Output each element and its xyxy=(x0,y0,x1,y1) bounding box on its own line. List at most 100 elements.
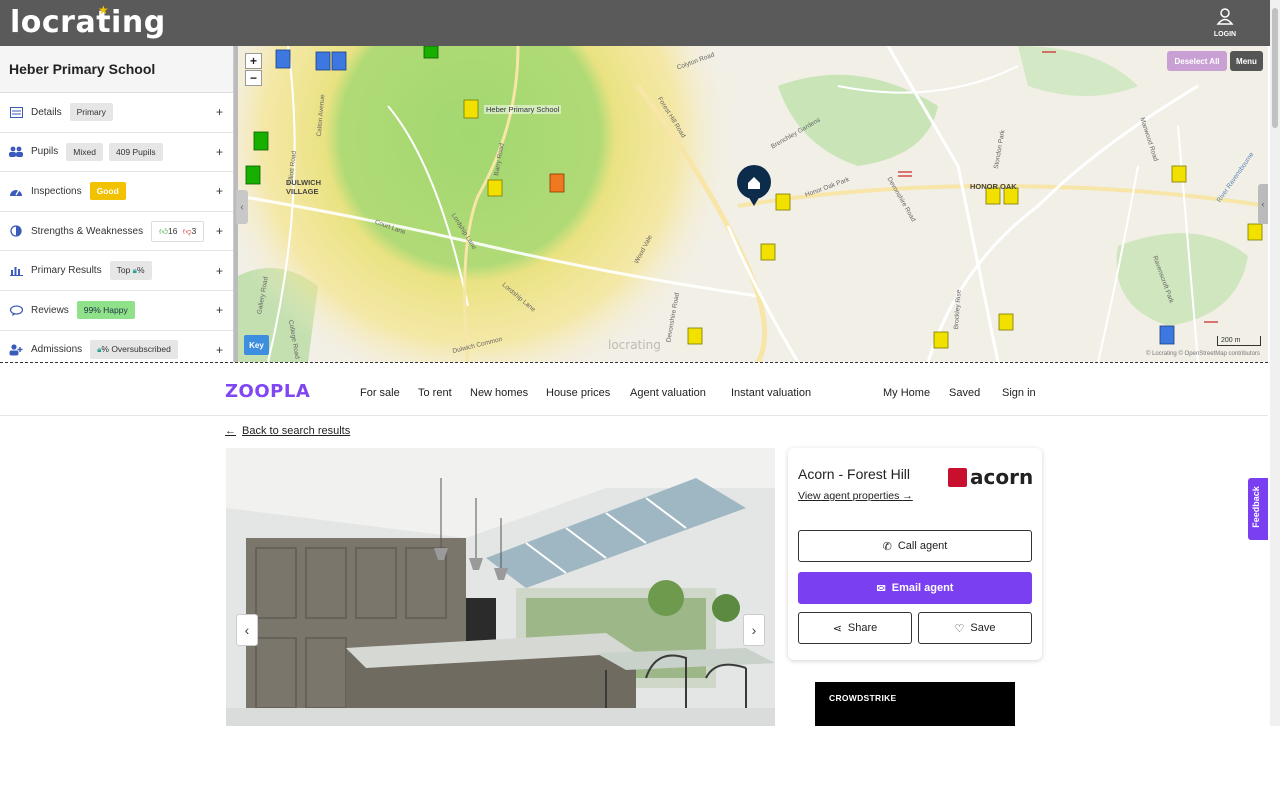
ad-text: CROWDSTRIKE xyxy=(829,693,897,703)
nav-sign-in[interactable]: Sign in xyxy=(1002,387,1036,399)
kitchen-photo xyxy=(226,448,775,726)
logo-text: locrating xyxy=(10,5,166,40)
map-attribution[interactable]: © Locrating © OpenStreetMap contributors xyxy=(1146,351,1260,357)
results-suffix: % xyxy=(137,265,145,275)
school-details-panel: Heber Primary School Details Primary + P… xyxy=(0,46,234,362)
nav-saved[interactable]: Saved xyxy=(949,387,980,399)
share-button[interactable]: ⋖ Share xyxy=(798,612,912,644)
feedback-tab[interactable]: Feedback xyxy=(1248,478,1268,540)
row-primary-results[interactable]: Primary Results Top 🔒︎% + xyxy=(0,251,233,291)
zoom-in-button[interactable]: + xyxy=(245,53,262,69)
acorn-mark-icon xyxy=(948,468,967,487)
expand-icon[interactable]: + xyxy=(216,105,223,119)
locrating-logo[interactable]: locrating ★ xyxy=(10,2,166,42)
advertisement-banner[interactable]: CROWDSTRIKE xyxy=(815,682,1015,726)
expand-icon[interactable]: + xyxy=(216,264,223,278)
call-agent-button[interactable]: ✆ Call agent xyxy=(798,530,1032,562)
gauge-icon xyxy=(9,184,23,198)
list-icon xyxy=(9,105,23,119)
expand-panel-chevron-left-icon[interactable]: ‹ xyxy=(1258,184,1268,224)
map-view[interactable]: Heber Primary School DULWICH VILLAGE HON… xyxy=(238,46,1268,362)
agent-logo[interactable]: acorn xyxy=(948,465,1033,489)
nav-agent-valuation[interactable]: Agent valuation xyxy=(630,387,706,399)
zoopla-navbar: ZOOPLA For sale To rent New homes House … xyxy=(0,364,1268,416)
contrast-icon xyxy=(9,224,23,238)
zoom-out-button[interactable]: − xyxy=(245,70,262,86)
row-strengths-weaknesses[interactable]: Strengths & Weaknesses 👍︎16 👎︎3 + xyxy=(0,212,233,252)
row-label: Admissions xyxy=(31,344,82,355)
row-reviews[interactable]: Reviews 99% Happy + xyxy=(0,291,233,331)
save-label: Save xyxy=(970,622,995,634)
add-user-icon xyxy=(9,343,23,357)
place-label: VILLAGE xyxy=(286,187,319,196)
row-label: Strengths & Weaknesses xyxy=(31,226,143,237)
gender-pill: Mixed xyxy=(66,143,103,161)
place-label: HONOR OAK xyxy=(970,182,1017,191)
thumbs-up-icon: 👍︎ xyxy=(159,226,168,236)
row-label: Primary Results xyxy=(31,265,102,276)
phase-pill: Primary xyxy=(70,103,113,121)
feedback-label: Feedback xyxy=(1251,486,1261,528)
admissions-value: % Oversubscribed xyxy=(101,344,170,354)
row-inspections[interactable]: Inspections Good + xyxy=(0,172,233,212)
row-label: Reviews xyxy=(31,305,69,316)
nav-to-rent[interactable]: To rent xyxy=(418,387,452,399)
row-label: Inspections xyxy=(31,186,82,197)
collapse-panel-chevron-left-icon[interactable]: ‹ xyxy=(236,190,248,224)
divider xyxy=(0,362,1268,363)
bar-chart-icon xyxy=(9,264,23,278)
back-to-results-link[interactable]: ← Back to search results xyxy=(225,425,350,437)
arrow-right-icon: → xyxy=(902,490,913,502)
strengths-weaknesses-pill: 👍︎16 👎︎3 xyxy=(151,221,204,242)
share-label: Share xyxy=(848,622,877,634)
page-scrollbar[interactable] xyxy=(1270,0,1280,726)
expand-icon[interactable]: + xyxy=(216,184,223,198)
view-agent-properties-link[interactable]: View agent properties → xyxy=(798,490,913,502)
weaknesses-count: 3 xyxy=(191,226,196,236)
row-pupils[interactable]: Pupils Mixed 409 Pupils + xyxy=(0,133,233,173)
admissions-pill: 🔒︎% Oversubscribed xyxy=(90,340,178,359)
share-icon: ⋖ xyxy=(833,622,842,635)
nav-house-prices[interactable]: House prices xyxy=(546,387,610,399)
scrollbar-thumb[interactable] xyxy=(1272,8,1278,128)
deselect-all-button[interactable]: Deselect All xyxy=(1167,51,1227,71)
row-admissions[interactable]: Admissions 🔒︎% Oversubscribed + xyxy=(0,331,233,362)
logo-star-icon: ★ xyxy=(98,3,109,17)
people-icon xyxy=(9,145,23,159)
email-agent-button[interactable]: ✉ Email agent xyxy=(798,572,1032,604)
speech-bubble-icon xyxy=(9,303,23,317)
results-pill: Top 🔒︎% xyxy=(110,261,152,280)
nav-new-homes[interactable]: New homes xyxy=(470,387,528,399)
nav-my-home[interactable]: My Home xyxy=(883,387,930,399)
map-watermark: locrating xyxy=(608,338,661,352)
pupil-count-pill: 409 Pupils xyxy=(109,143,163,161)
expand-icon[interactable]: + xyxy=(216,145,223,159)
expand-icon[interactable]: + xyxy=(216,303,223,317)
row-details[interactable]: Details Primary + xyxy=(0,93,233,133)
map-scale: 200 m xyxy=(1217,336,1261,346)
nav-instant-valuation[interactable]: Instant valuation xyxy=(731,387,811,399)
map-canvas xyxy=(238,46,1268,362)
user-icon xyxy=(1216,8,1234,25)
school-title: Heber Primary School xyxy=(0,46,233,93)
arrow-left-icon: ← xyxy=(225,425,236,437)
login-button[interactable]: LOGIN xyxy=(1210,8,1240,40)
view-properties-label: View agent properties xyxy=(798,490,899,502)
gallery-prev-button[interactable]: ‹ xyxy=(236,614,258,646)
expand-icon[interactable]: + xyxy=(216,224,223,238)
key-button[interactable]: Key xyxy=(244,335,269,355)
gallery-next-button[interactable]: › xyxy=(743,614,765,646)
expand-icon[interactable]: + xyxy=(216,343,223,357)
property-photo-gallery[interactable]: ‹ › xyxy=(226,448,775,726)
school-map-label[interactable]: Heber Primary School xyxy=(484,105,561,114)
save-button[interactable]: ♡ Save xyxy=(918,612,1032,644)
agent-card: Acorn - Forest Hill View agent propertie… xyxy=(788,448,1042,660)
menu-button[interactable]: Menu xyxy=(1230,51,1263,71)
results-prefix: Top xyxy=(117,265,131,275)
email-agent-label: Email agent xyxy=(892,582,954,594)
nav-for-sale[interactable]: For sale xyxy=(360,387,400,399)
zoopla-logo[interactable]: ZOOPLA xyxy=(225,381,310,402)
envelope-icon: ✉ xyxy=(877,582,886,595)
row-label: Pupils xyxy=(31,146,58,157)
row-label: Details xyxy=(31,107,62,118)
